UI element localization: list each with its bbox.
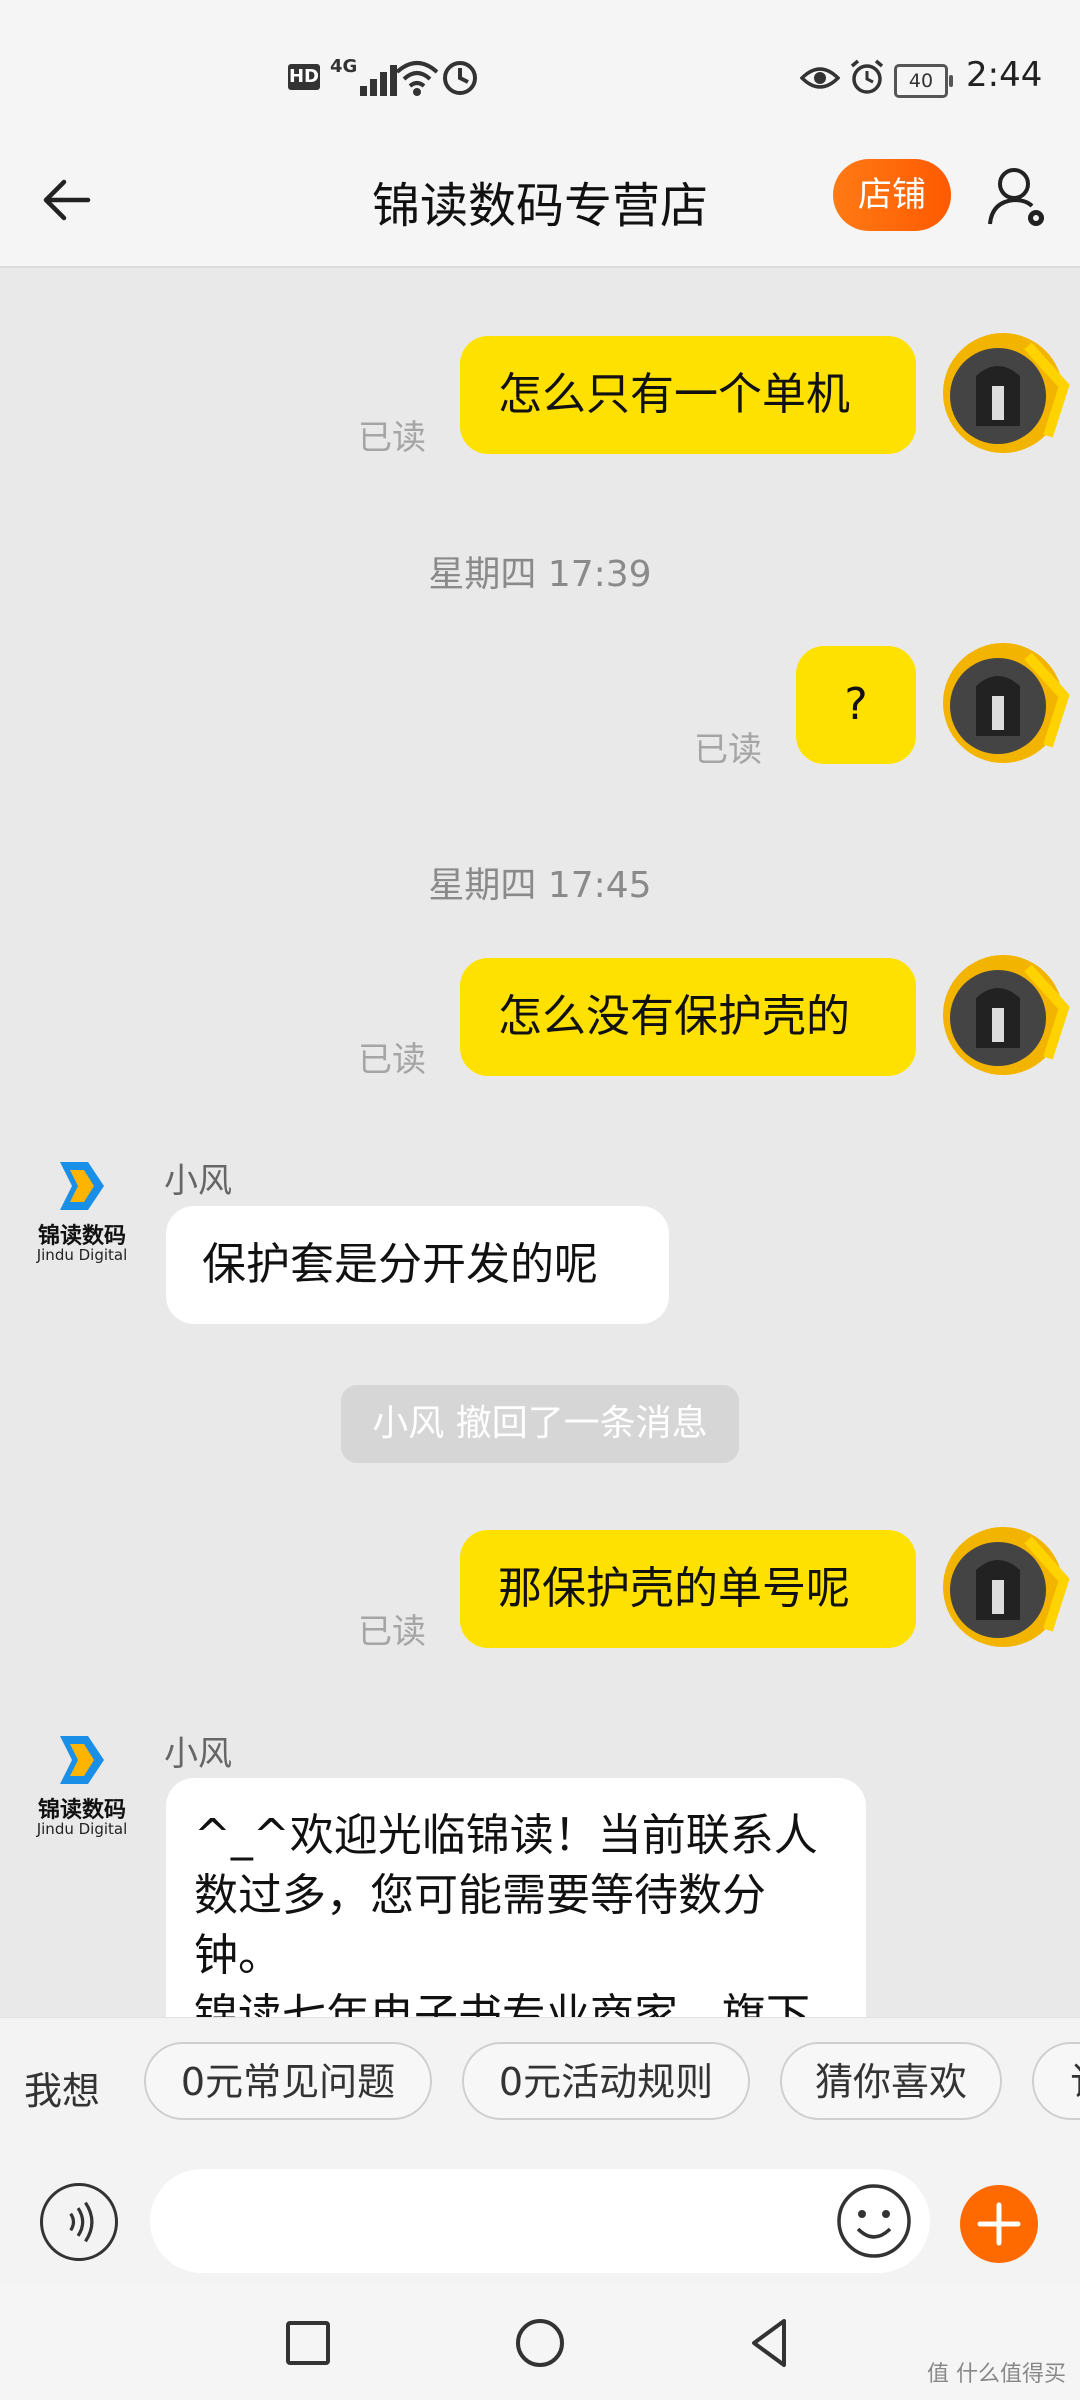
- wifi-icon: [395, 61, 439, 96]
- voice-icon[interactable]: [40, 2183, 118, 2261]
- my-message-bubble[interactable]: 怎么没有保护壳的: [460, 958, 916, 1076]
- battery-icon: 40: [894, 64, 953, 98]
- watermark: 值 什么值得买: [927, 2362, 1066, 2387]
- status-bar: HD 4G 40 2:44: [0, 0, 1080, 140]
- read-receipt: 已读: [358, 418, 426, 458]
- shop-logo-sub: Jindu Digital: [36, 1820, 128, 1838]
- quick-chip[interactable]: 0元活动规则: [462, 2042, 750, 2120]
- my-message-bubble[interactable]: 怎么只有一个单机: [460, 336, 916, 454]
- my-avatar[interactable]: [936, 636, 1070, 770]
- home-icon[interactable]: [510, 2313, 570, 2373]
- my-avatar[interactable]: [936, 1520, 1070, 1654]
- alarm-icon: [850, 59, 884, 94]
- shop-logo-icon: [60, 1162, 104, 1210]
- shop-message-bubble[interactable]: 保护套是分开发的呢: [166, 1206, 669, 1324]
- system-nav-bar: 值 什么值得买: [0, 2283, 1080, 2400]
- data-saver-icon: [443, 61, 477, 95]
- shop-avatar[interactable]: 锦读数码 Jindu Digital: [34, 1730, 130, 1850]
- plus-icon[interactable]: [960, 2185, 1038, 2263]
- quick-label: 我想: [24, 2069, 101, 2113]
- shop-logo-sub: Jindu Digital: [36, 1246, 128, 1264]
- eye-comfort-icon: [800, 67, 840, 89]
- quick-chip[interactable]: 0元常见问题: [144, 2042, 432, 2120]
- emoji-icon[interactable]: [834, 2181, 914, 2261]
- my-message-bubble[interactable]: ?: [796, 646, 916, 764]
- shop-button[interactable]: 店铺: [833, 159, 951, 231]
- timestamp: 星期四 17:45: [428, 865, 652, 906]
- read-receipt: 已读: [358, 1612, 426, 1652]
- clock: 2:44: [966, 55, 1043, 95]
- my-avatar[interactable]: [936, 326, 1070, 460]
- user-settings-icon[interactable]: [982, 162, 1052, 232]
- sender-name: 小风: [164, 1734, 232, 1774]
- timestamp: 星期四 17:39: [428, 554, 652, 595]
- shop-avatar[interactable]: 锦读数码 Jindu Digital: [34, 1156, 130, 1276]
- network-type: 4G: [330, 56, 358, 77]
- recall-notice: 小风 撤回了一条消息: [341, 1385, 739, 1463]
- my-avatar[interactable]: [936, 948, 1070, 1082]
- quick-chip[interactable]: 猜你喜欢: [780, 2042, 1002, 2120]
- read-receipt: 已读: [358, 1040, 426, 1080]
- back-nav-icon[interactable]: [740, 2313, 800, 2373]
- shop-logo-icon: [60, 1736, 104, 1784]
- hd-icon: HD: [288, 64, 320, 90]
- chat-header: 锦读数码专营店 店铺: [0, 140, 1080, 268]
- my-message-bubble[interactable]: 那保护壳的单号呢: [460, 1530, 916, 1648]
- sender-name: 小风: [164, 1161, 232, 1201]
- quick-chip[interactable]: 订: [1032, 2042, 1080, 2120]
- message-input[interactable]: [150, 2169, 930, 2273]
- read-receipt: 已读: [694, 730, 762, 770]
- quick-reply-bar: 我想 0元常见问题 0元活动规则 猜你喜欢 订: [0, 2017, 1080, 2164]
- input-bar: [0, 2163, 1080, 2283]
- recent-apps-icon[interactable]: [278, 2313, 338, 2373]
- shop-message-bubble[interactable]: ^_^欢迎光临锦读！当前联系人数过多，您可能需要等待数分钟。 锦读七年电子书专业…: [166, 1778, 866, 2017]
- chat-area[interactable]: 已读 怎么只有一个单机 星期四 17:39 已读 ? 星期四 17:45 已读 …: [0, 268, 1080, 2017]
